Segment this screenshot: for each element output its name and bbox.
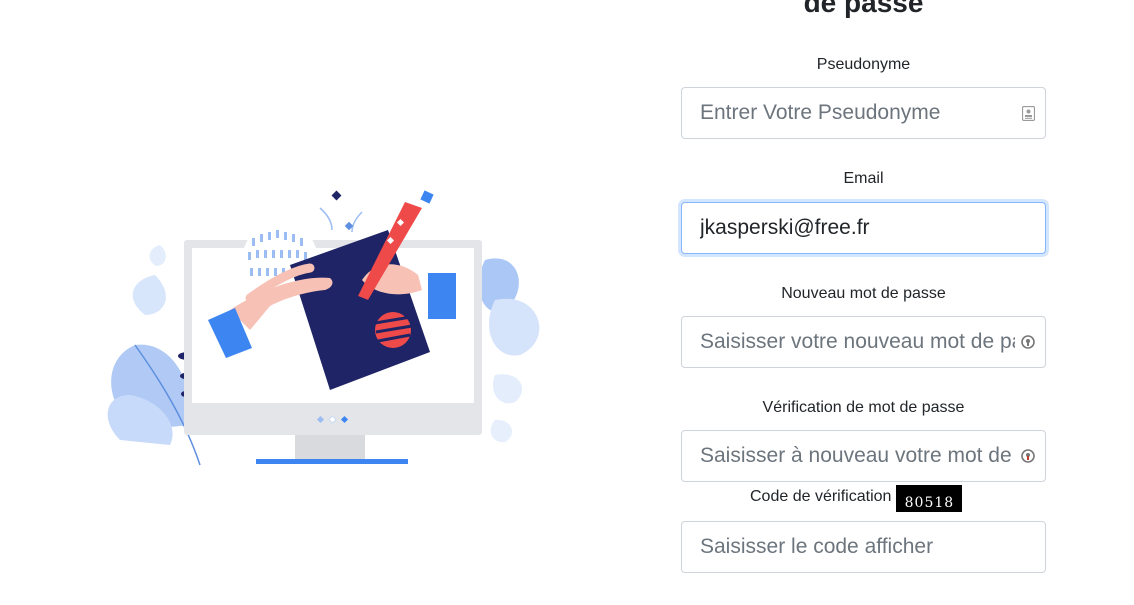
email-input[interactable] [682, 203, 1045, 253]
pseudonyme-input[interactable] [682, 88, 1045, 138]
captcha-image: 80518 [896, 485, 963, 512]
new-password-input[interactable] [682, 317, 1045, 367]
reset-password-page: de passe Pseudonyme Email Nouveau mot de… [0, 0, 1134, 605]
password-key-icon [1020, 448, 1036, 464]
captcha-field [681, 521, 1046, 573]
captcha-input[interactable] [682, 522, 1045, 572]
new-password-label: Nouveau mot de passe [781, 285, 946, 302]
page-title: de passe [803, 0, 924, 18]
contact-card-icon [1020, 105, 1036, 121]
email-field [681, 202, 1046, 254]
password-key-icon [1020, 334, 1036, 350]
confirm-password-input[interactable] [682, 431, 1045, 481]
confirm-password-field [681, 430, 1046, 482]
computer-signing-illustration [107, 190, 540, 466]
email-label: Email [843, 170, 884, 187]
pseudonyme-field [681, 87, 1046, 139]
pseudonyme-label: Pseudonyme [816, 56, 911, 73]
captcha-label: Code de vérification [750, 488, 892, 505]
new-password-field [681, 316, 1046, 368]
confirm-password-label: Vérification de mot de passe [762, 399, 965, 416]
captcha-label-row: Code de vérification 80518 [750, 485, 963, 512]
